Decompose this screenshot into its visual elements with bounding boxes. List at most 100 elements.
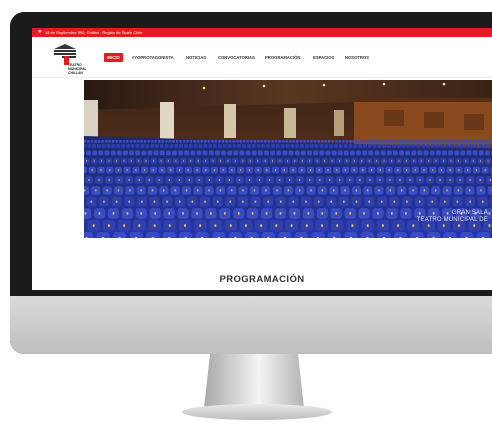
seat-number-plate xyxy=(102,236,105,238)
seat-number-plate xyxy=(242,200,244,203)
seat-number-plate xyxy=(257,160,259,162)
nav-item-inicio[interactable]: INICIO xyxy=(104,53,123,62)
nav-item-espacios[interactable]: ESPACIOS xyxy=(313,53,334,62)
seat-number-plate xyxy=(208,189,210,192)
seat-number-plate xyxy=(305,224,308,227)
seat-number-plate xyxy=(369,179,371,181)
seat-number-plate xyxy=(184,236,187,238)
nav-divider xyxy=(32,77,492,78)
seat-number-plate xyxy=(197,160,199,162)
seat-number-plate xyxy=(267,200,269,203)
seat-number-plate xyxy=(457,160,459,162)
hero-caption-line: GRAN SALA xyxy=(451,210,488,216)
theater-seat xyxy=(487,140,490,143)
seat-number-plate xyxy=(88,179,90,181)
theater-seat xyxy=(366,140,370,143)
seat-number-plate xyxy=(467,169,469,171)
seat-number-plate xyxy=(216,200,219,203)
seat-number-plate xyxy=(391,212,393,215)
theater-seat xyxy=(175,140,179,143)
theater-seat xyxy=(444,140,448,143)
seat-number-plate xyxy=(276,189,278,192)
site-logo[interactable]: TEATRO MUNICIPAL CHILLÁN xyxy=(48,43,92,81)
seat-number-plate xyxy=(115,200,118,203)
seat-number-plate xyxy=(264,160,266,162)
theater-seat xyxy=(235,140,239,143)
theater-seat xyxy=(84,144,87,148)
seat-number-plate xyxy=(339,179,341,181)
theater-seat xyxy=(392,144,396,148)
theater-seat xyxy=(208,150,214,156)
seat-number-plate xyxy=(442,224,445,227)
nav-item-programacion[interactable]: PROGRAMACIÓN xyxy=(265,53,300,62)
seat-number-plate xyxy=(140,189,142,192)
nav-item-nosotros[interactable]: NOSOTROS xyxy=(345,53,369,62)
seat-number-plate xyxy=(444,200,446,203)
theater-seat xyxy=(221,150,226,156)
seat-number-plate xyxy=(275,169,277,171)
seat-number-plate xyxy=(112,212,115,215)
seat-number-plate xyxy=(488,224,491,227)
nav-item-convocatorias[interactable]: CONVOCATORIAS xyxy=(218,53,255,62)
seat-number-plate xyxy=(197,189,199,192)
seat-number-plate xyxy=(98,179,100,181)
nav-item-yoprotagonista[interactable]: #YOPROTAGONISTA xyxy=(132,53,174,62)
seat-number-plate xyxy=(399,236,402,238)
seat-number-plate xyxy=(258,179,261,181)
logo-line: CHILLÁN xyxy=(68,71,83,75)
theater-seat xyxy=(150,144,155,148)
theater-seat xyxy=(392,150,398,156)
seat-number-plate xyxy=(412,189,414,192)
seat-number-plate xyxy=(361,160,363,162)
seat-number-plate xyxy=(138,224,141,227)
theater-seat xyxy=(200,140,204,143)
monitor-screen: ● 18 de Septiembre 590, Chillán · Región… xyxy=(32,28,492,290)
theater-seat xyxy=(257,140,260,143)
seat-number-plate xyxy=(378,189,380,192)
theater-seat xyxy=(196,140,200,143)
seat-number-plate xyxy=(429,179,431,181)
theater-seat xyxy=(184,144,188,148)
seat-number-plate xyxy=(138,160,140,162)
seat-number-plate xyxy=(368,200,370,203)
seat-number-plate xyxy=(459,179,461,181)
nav-item-noticias[interactable]: NOTICIAS xyxy=(186,53,206,62)
seat-number-plate xyxy=(205,160,207,162)
theater-seat xyxy=(218,140,221,143)
theater-seat xyxy=(435,144,440,148)
seat-number-plate xyxy=(316,236,319,238)
theater-seat xyxy=(101,144,106,148)
seat-number-plate xyxy=(397,224,399,227)
seat-number-plate xyxy=(190,160,192,162)
seat-number-plate xyxy=(198,179,200,181)
seat-number-plate xyxy=(376,160,378,162)
theater-seat xyxy=(294,150,300,156)
seat-number-plate xyxy=(238,179,241,181)
theater-seat xyxy=(416,144,421,148)
theater-seat xyxy=(483,140,487,143)
theater-seat xyxy=(169,144,174,148)
theater-seat xyxy=(251,144,256,148)
theater-seat xyxy=(426,140,430,143)
logo-text: TEATRO MUNICIPAL CHILLÁN xyxy=(68,63,98,75)
theater-seat xyxy=(227,150,233,156)
theater-seat xyxy=(325,150,331,156)
theater-seat xyxy=(104,150,110,156)
theater-seat xyxy=(168,140,172,143)
seat-number-plate xyxy=(153,200,156,203)
theater-seat xyxy=(140,140,143,143)
seat-number-plate xyxy=(435,189,437,192)
seat-number-plate xyxy=(398,160,400,162)
theater-seat xyxy=(256,144,261,148)
theater-seat xyxy=(225,140,228,143)
seat-number-plate xyxy=(382,224,384,227)
seat-number-plate xyxy=(292,169,294,171)
theater-seat xyxy=(140,144,145,148)
seat-number-plate xyxy=(366,224,369,227)
seat-number-plate xyxy=(349,212,351,215)
seat-number-plate xyxy=(377,212,379,215)
seat-number-plate xyxy=(317,200,320,203)
seat-number-plate xyxy=(324,160,325,162)
theater-seat xyxy=(178,150,184,156)
main-navigation: TEATRO MUNICIPAL CHILLÁN INICIO #YOPROTA… xyxy=(32,37,492,77)
